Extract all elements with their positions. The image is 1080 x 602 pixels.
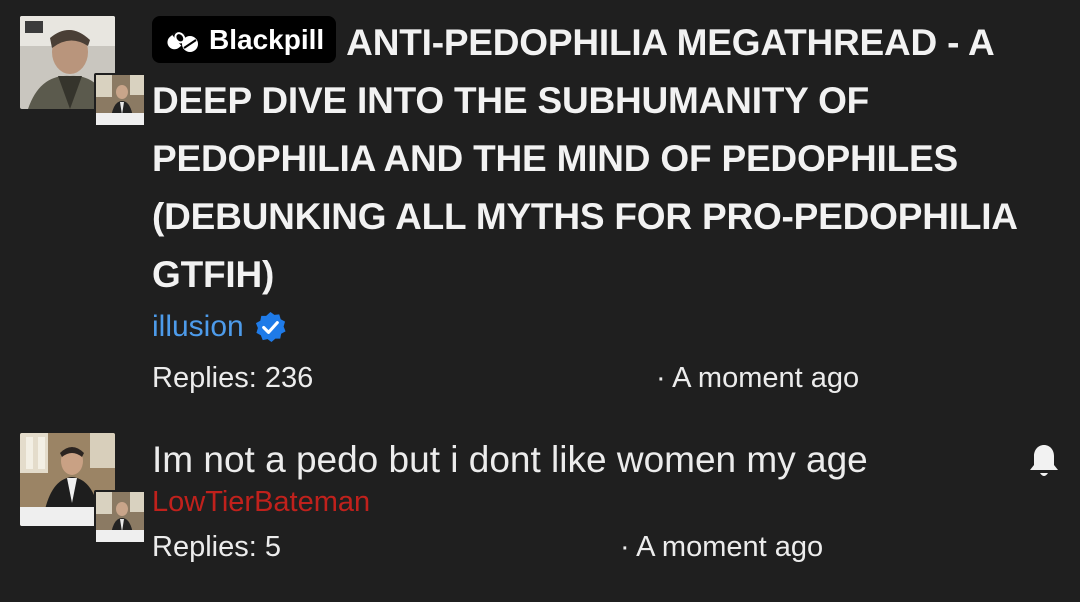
thread-body[interactable]: Im not a pedo but i dont like women my a… — [152, 438, 1060, 482]
avatar-stack[interactable] — [20, 433, 146, 544]
sub-avatar — [94, 73, 146, 127]
category-badge[interactable]: Blackpill — [152, 16, 337, 63]
meta-row: Replies: 236 · A moment ago — [152, 362, 1060, 402]
timestamp: · A moment ago — [620, 531, 824, 563]
timestamp: · A moment ago — [656, 362, 860, 394]
replies-count: Replies: 236 — [152, 362, 314, 394]
author-name[interactable]: LowTierBateman — [152, 486, 370, 518]
sub-avatar-photo-icon — [96, 75, 144, 125]
author-name[interactable]: illusion — [152, 310, 244, 344]
author-row: LowTierBateman — [152, 486, 1060, 519]
thread-item[interactable]: Blackpill ANTI-PEDOPHILIA MEGATHREAD - A… — [0, 0, 1080, 420]
avatar-stack[interactable] — [20, 16, 146, 127]
meta-row: Replies: 5 · A moment ago — [152, 531, 1060, 571]
author-row: illusion — [152, 310, 1060, 344]
verified-icon — [255, 311, 286, 342]
sub-avatar-photo-icon — [96, 492, 144, 542]
thread-item[interactable]: Im not a pedo but i dont like women my a… — [0, 420, 1080, 602]
bell-icon[interactable] — [1026, 442, 1062, 480]
thread-title[interactable]: Blackpill ANTI-PEDOPHILIA MEGATHREAD - A… — [152, 14, 1060, 304]
replies-count: Replies: 5 — [152, 531, 281, 563]
badge-label: Blackpill — [209, 23, 325, 55]
pill-icon — [167, 28, 198, 52]
sub-avatar — [94, 490, 146, 544]
